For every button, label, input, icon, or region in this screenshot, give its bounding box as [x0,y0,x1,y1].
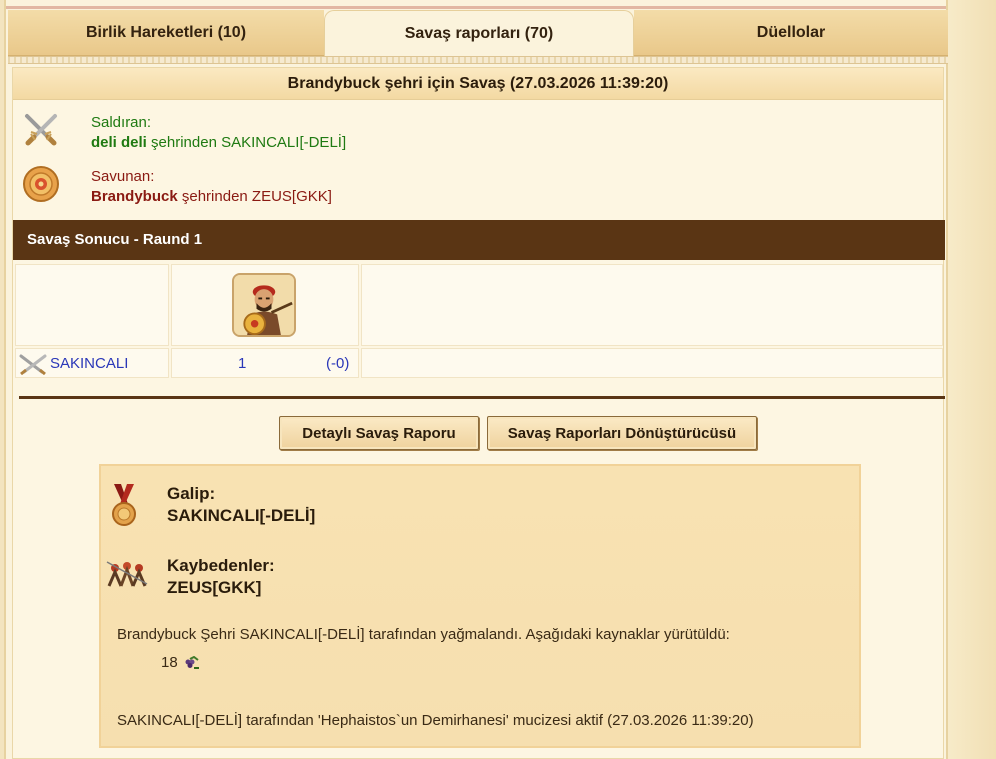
miracle-text: SAKINCALI[-DELİ] tarafından 'Hephaistos`… [117,712,754,729]
winner-name: SAKINCALI[-DELİ] [167,506,316,525]
unit-image-cell [171,264,359,346]
shield-icon [23,166,59,202]
attacker-origin: deli deli şehrinden SAKINCALI[-DELİ] [91,134,346,151]
hoplite-unit-icon[interactable] [232,273,296,337]
attacker-player-text: şehrinden SAKINCALI[-DELİ] [151,134,347,151]
attacker-label: Saldıran: [91,114,152,131]
player-cell: SAKINCALI [15,348,169,378]
unit-table: SAKINCALI 1 (-0) [13,262,945,380]
unit-table-empty-cell [15,264,169,346]
unit-row-filler [361,348,943,378]
tab-duels[interactable]: Düellolar [634,10,948,56]
right-background-strip [946,0,996,759]
defender-player-text: şehrinden ZEUS[GKK] [181,188,332,205]
crossed-swords-icon [25,114,57,146]
defender-origin: Brandybuck şehrinden ZEUS[GKK] [91,188,332,205]
plunder-text: Brandybuck Şehri SAKINCALI[-DELİ] tarafı… [117,626,730,643]
unit-table-filler [361,264,943,346]
tab-battle-reports[interactable]: Savaş raporları (70) [324,10,634,56]
battle-report-panel: Brandybuck şehri için Savaş (27.03.2026 … [12,67,945,759]
tab-ornament-border [8,56,948,64]
plundered-resource: 18 [161,654,200,671]
battle-summary-box: Galip: SAKINCALI[-DELİ] Kaybedenler: ZEU… [99,464,861,748]
tab-unit-movements[interactable]: Birlik Hareketleri (10) [8,10,324,56]
section-divider [19,396,945,399]
unit-count: 1 [238,355,247,372]
unit-count-cell: 1 (-0) [171,348,359,378]
crossed-swords-icon [19,354,47,375]
attacker-player-link[interactable]: SAKINCALI [50,355,128,372]
fallen-soldiers-icon [106,561,148,587]
attacker-city-link[interactable]: deli deli [91,134,147,151]
resource-amount: 18 [161,654,178,671]
battle-result-header: Savaş Sonucu - Raund 1 [13,220,945,260]
defender-city-link[interactable]: Brandybuck [91,188,178,205]
defender-label: Savunan: [91,168,155,185]
unit-table-row: SAKINCALI 1 (-0) [15,348,943,378]
detailed-report-button[interactable]: Detaylı Savaş Raporu [279,416,479,450]
defender-section: Savunan: Brandybuck şehrinden ZEUS[GKK] [13,154,943,208]
grapes-wine-icon [185,655,199,669]
tab-bar: Birlik Hareketleri (10) Savaş raporları … [8,10,948,56]
top-border-line [6,6,946,9]
medal-icon [112,484,136,526]
losers-name: ZEUS[GKK] [167,578,262,597]
report-converter-button[interactable]: Savaş Raporları Dönüştürücüsü [487,416,757,450]
main-frame: Birlik Hareketleri (10) Savaş raporları … [4,0,948,759]
report-title: Brandybuck şehri için Savaş (27.03.2026 … [13,68,943,100]
attacker-section: Saldıran: deli deli şehrinden SAKINCALI[… [13,100,943,154]
winner-label: Galip: [167,484,216,503]
losers-label: Kaybedenler: [167,556,275,575]
unit-loss: (-0) [326,355,350,372]
